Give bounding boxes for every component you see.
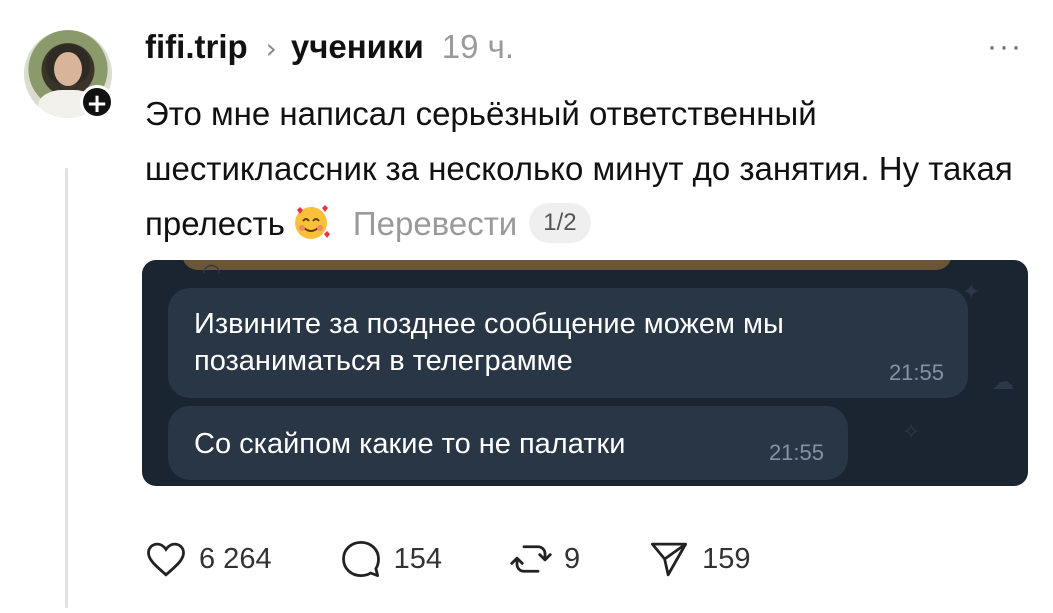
like-button[interactable]: 6 264 bbox=[145, 538, 272, 580]
share-icon bbox=[651, 542, 688, 577]
message-time: 21:55 bbox=[768, 440, 824, 465]
comment-icon bbox=[341, 540, 380, 578]
repost-count: 9 bbox=[563, 542, 581, 575]
heart-icon bbox=[147, 542, 185, 577]
repost-icon bbox=[510, 545, 552, 573]
post-time: 19 ч. bbox=[441, 28, 514, 65]
username[interactable]: fifi.trip bbox=[145, 28, 248, 66]
media-top-strip bbox=[182, 260, 952, 270]
background-doodle: ✧ bbox=[902, 420, 921, 445]
chevron-right-icon: › bbox=[265, 32, 277, 65]
share-button[interactable]: 159 bbox=[648, 538, 751, 580]
smiling-face-with-hearts-emoji bbox=[294, 205, 330, 239]
repost-button[interactable]: 9 bbox=[510, 538, 580, 580]
post-text: Это мне написал серьёзный ответственный … bbox=[145, 86, 1015, 251]
media-screenshot[interactable]: ✦ ☁ ✧ ◠ Извините за позднее сообщение мо… bbox=[142, 260, 1028, 486]
page-indicator[interactable]: 1/2 bbox=[529, 203, 591, 243]
message-text: Извините за позднее сообщение можем мы п… bbox=[194, 308, 784, 377]
message-bubble: Извините за позднее сообщение можем мы п… bbox=[168, 288, 968, 398]
translate-link[interactable]: Перевести bbox=[353, 205, 517, 242]
share-count: 159 bbox=[702, 542, 751, 575]
background-doodle: ◠ bbox=[202, 260, 222, 285]
community-name[interactable]: ученики bbox=[291, 28, 424, 66]
post-header: fifi.trip › ученики 19 ч. bbox=[145, 28, 514, 66]
message-bubble: Со скайпом какие то не палатки 21:55 bbox=[168, 406, 848, 480]
message-text: Со скайпом какие то не палатки bbox=[194, 428, 626, 460]
message-time: 21:55 bbox=[888, 360, 944, 385]
action-bar: 6 264 154 9 159 bbox=[145, 538, 819, 580]
comment-button[interactable]: 154 bbox=[340, 538, 442, 580]
like-count: 6 264 bbox=[199, 542, 272, 575]
thread-line bbox=[65, 168, 68, 608]
comment-count: 154 bbox=[393, 542, 442, 575]
background-doodle: ☁ bbox=[992, 370, 1014, 395]
follow-button[interactable]: + bbox=[80, 85, 114, 119]
more-icon[interactable]: ··· bbox=[987, 30, 1023, 64]
